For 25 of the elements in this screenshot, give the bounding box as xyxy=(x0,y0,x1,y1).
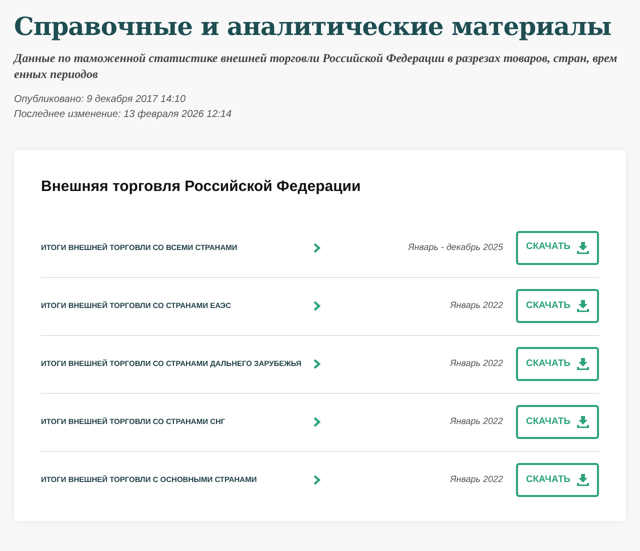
period-text: Январь 2022 xyxy=(450,415,503,428)
chevron-right-icon[interactable] xyxy=(313,417,321,427)
download-button[interactable]: СКАЧАТЬ xyxy=(516,230,599,264)
page-subtitle: Данные по таможенной статистике внешней торговли Российской Федерации в разрезах товаров, стран, временных периодов xyxy=(14,50,618,82)
download-icon xyxy=(577,242,589,254)
download-icon xyxy=(577,358,589,370)
download-button[interactable]: СКАЧАТЬ xyxy=(516,463,599,497)
download-icon xyxy=(577,416,589,428)
modified-date: Последнее изменение: 13 февраля 2026 12:14 xyxy=(14,108,233,122)
download-button[interactable]: СКАЧАТЬ xyxy=(516,289,599,323)
chevron-right-icon[interactable] xyxy=(313,242,321,252)
download-icon xyxy=(577,300,589,312)
download-button[interactable]: СКАЧАТЬ xyxy=(516,405,599,439)
published-date: Опубликовано: 9 декабря 2017 14:10 xyxy=(14,93,187,107)
chevron-right-icon[interactable] xyxy=(313,359,321,369)
chevron-right-icon[interactable] xyxy=(313,301,321,311)
download-icon xyxy=(577,474,589,486)
card-title: Внешняя торговля Российской Федерации xyxy=(41,177,362,197)
period-text: Январь 2022 xyxy=(450,473,503,486)
page-title: Справочные и аналитические материалы xyxy=(14,11,612,43)
period-text: Январь 2022 xyxy=(450,357,503,370)
period-text: Январь - декабрь 2025 xyxy=(408,240,503,254)
period-text: Январь 2022 xyxy=(450,299,503,312)
chevron-right-icon[interactable] xyxy=(313,475,321,485)
download-button[interactable]: СКАЧАТЬ xyxy=(516,347,599,381)
